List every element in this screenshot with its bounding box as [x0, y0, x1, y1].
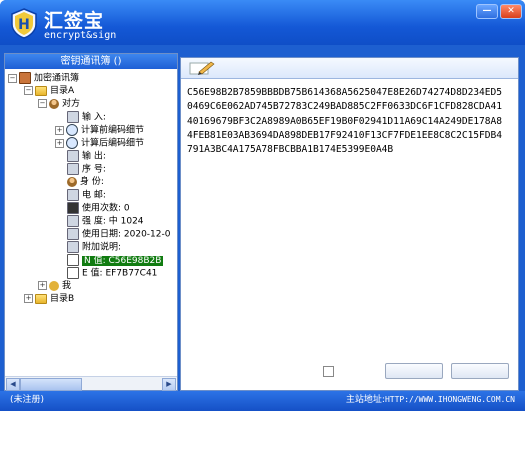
scroll-left-icon[interactable]: ◀	[6, 378, 20, 391]
serial-icon	[67, 163, 79, 175]
field-label: 使用次数: 0	[82, 203, 130, 214]
title-bar: H 汇签宝 encrypt&sign — ✕	[0, 0, 525, 45]
expand-icon[interactable]: +	[55, 138, 64, 148]
identity-icon	[67, 176, 77, 187]
mail-icon	[67, 189, 79, 201]
strength-icon	[67, 215, 79, 227]
action-button-1[interactable]	[385, 363, 443, 379]
field-label: 使用日期: 2020-12-0	[82, 229, 171, 240]
action-row	[181, 358, 518, 388]
document-icon	[67, 267, 79, 279]
app-window: H 汇签宝 encrypt&sign — ✕ 密钥通讯簿 () − 加密通讯簿 −…	[0, 0, 525, 411]
tree-field-email[interactable]: 电 邮:	[67, 189, 106, 201]
horizontal-scrollbar[interactable]: ◀ ▶	[5, 376, 177, 391]
tree-me-label: 我	[62, 281, 72, 291]
field-label: 计算前编码细节	[81, 125, 145, 136]
field-label: 序 号:	[82, 164, 106, 175]
collapse-icon[interactable]: −	[38, 99, 47, 108]
expand-icon[interactable]: +	[38, 281, 47, 290]
magnifier-icon	[66, 137, 78, 149]
website-address: 主站地址:HTTP://WWW.IHONGWENG.COM.CN	[346, 391, 515, 409]
tree-dir-b[interactable]: + 目录B	[24, 293, 74, 305]
field-label: 电 邮:	[82, 190, 106, 201]
content-panel: C56E98B2B7859BBBDB75B614368A5625047E8E26…	[180, 57, 519, 391]
output-icon	[67, 150, 79, 162]
tree-root[interactable]: − 加密通讯簿	[8, 72, 79, 84]
tree-dir-b-label: 目录B	[50, 294, 75, 304]
tree-contact[interactable]: − 对方	[38, 98, 80, 110]
tree-contact-label: 对方	[62, 99, 81, 109]
app-subtitle: encrypt&sign	[44, 30, 117, 41]
close-button[interactable]: ✕	[500, 4, 522, 19]
address-book-panel: 密钥通讯簿 () − 加密通讯簿 − 目录A − 对方 输 入: + 计算前编码细节 +…	[4, 53, 178, 391]
app-logo-icon: H	[11, 8, 37, 39]
scroll-right-icon[interactable]: ▶	[162, 378, 176, 391]
field-label-selected: N 值: C56E98B2B	[82, 255, 164, 266]
collapse-icon[interactable]: −	[8, 73, 17, 83]
app-title: 汇签宝	[44, 10, 105, 32]
tree-field-serial[interactable]: 序 号:	[67, 163, 106, 175]
field-label: 身 份:	[80, 177, 104, 187]
address-book-tree: − 加密通讯簿 − 目录A − 对方 输 入: + 计算前编码细节 + 计算后编码细节 输…	[5, 70, 177, 376]
field-label: 计算后编码细节	[81, 138, 145, 149]
website-url[interactable]: HTTP://WWW.IHONGWENG.COM.CN	[385, 395, 515, 404]
scrollbar-thumb[interactable]	[20, 378, 82, 391]
registration-status: (未注册)	[10, 395, 45, 405]
key-icon	[49, 280, 59, 291]
expand-icon[interactable]: +	[55, 125, 64, 135]
tree-field-use-date[interactable]: 使用日期: 2020-12-0	[67, 228, 170, 240]
action-button-2[interactable]	[451, 363, 509, 379]
content-header	[181, 58, 518, 79]
tree-me[interactable]: + 我	[38, 280, 71, 292]
input-icon	[67, 111, 79, 123]
book-icon	[19, 72, 31, 84]
tree-before-detail[interactable]: + 计算前编码细节	[55, 124, 144, 136]
tree-after-detail[interactable]: + 计算后编码细节	[55, 137, 144, 149]
tree-root-label: 加密通讯簿	[34, 73, 80, 84]
field-label: 附加说明:	[82, 242, 122, 253]
option-checkbox[interactable]	[323, 366, 334, 377]
magnifier-icon	[66, 124, 78, 136]
collapse-icon[interactable]: −	[24, 86, 33, 95]
folder-icon	[35, 293, 47, 304]
website-label: 主站地址:	[345, 395, 385, 405]
field-label: 强 度: 中 1024	[82, 216, 144, 227]
tree-field-n-value[interactable]: N 值: C56E98B2B	[67, 254, 164, 266]
field-label: 输 入:	[82, 112, 106, 123]
status-bar: (未注册) 主站地址:HTTP://WWW.IHONGWENG.COM.CN	[0, 391, 525, 411]
key-value-text[interactable]: C56E98B2B7859BBBDB75B614368A5625047E8E26…	[187, 86, 507, 336]
paperclip-icon	[67, 241, 79, 253]
tree-field-e-value[interactable]: E 值: EF7B77C41	[67, 267, 157, 279]
field-label: E 值: EF7B77C41	[82, 268, 158, 279]
tree-field-output[interactable]: 输 出:	[67, 150, 106, 162]
tree-field-input[interactable]: 输 入:	[67, 111, 106, 123]
tree-field-strength[interactable]: 强 度: 中 1024	[67, 215, 144, 227]
person-icon	[49, 98, 59, 109]
minimize-button[interactable]: —	[476, 4, 498, 19]
tree-dir-a-label: 目录A	[50, 86, 75, 96]
svg-text:H: H	[18, 17, 30, 33]
tree-dir-a[interactable]: − 目录A	[24, 85, 74, 97]
tree-field-use-count[interactable]: 使用次数: 0	[67, 202, 130, 214]
field-label: 输 出:	[82, 151, 106, 162]
calendar-icon	[67, 228, 79, 240]
document-icon	[67, 254, 79, 266]
expand-icon[interactable]: +	[24, 294, 33, 303]
counter-icon	[67, 202, 79, 214]
tree-field-identity[interactable]: 身 份:	[67, 176, 104, 188]
address-book-header: 密钥通讯簿 ()	[5, 54, 177, 69]
tree-field-note[interactable]: 附加说明:	[67, 241, 121, 253]
folder-icon	[35, 85, 47, 96]
pen-icon	[189, 61, 215, 75]
